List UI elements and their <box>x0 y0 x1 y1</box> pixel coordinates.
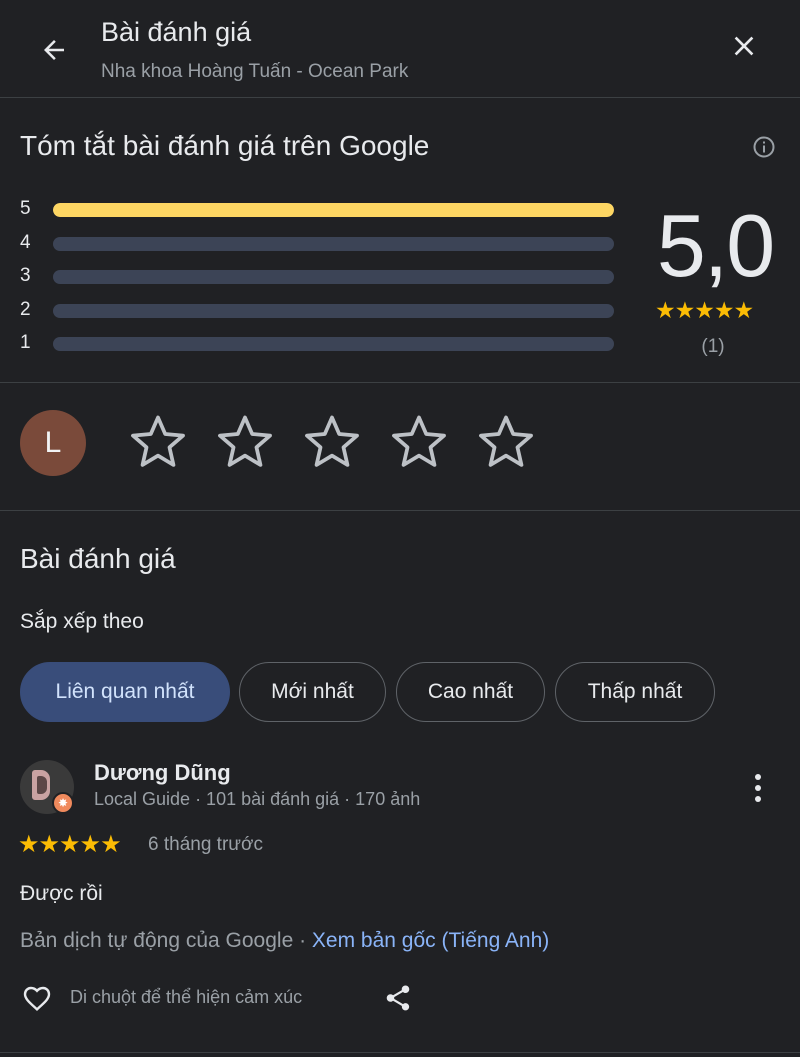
rating-bar-label: 2 <box>20 298 31 320</box>
rating-bar-row: 2 <box>20 298 620 321</box>
rating-bar-track <box>53 337 614 351</box>
divider <box>0 1052 800 1053</box>
review-text: Được rồi <box>20 882 103 905</box>
sort-chip-relevant[interactable]: Liên quan nhất <box>20 662 230 722</box>
average-stars: ★★★★★ <box>655 297 754 323</box>
review-time: 6 tháng trước <box>148 834 263 855</box>
rating-bar-row: 5 <box>20 198 620 220</box>
rating-bar-fill <box>53 203 614 217</box>
rate-star-icon[interactable] <box>474 410 538 474</box>
rate-star-icon[interactable] <box>300 410 364 474</box>
rating-bar-track <box>53 203 614 217</box>
sort-chip-lowest[interactable]: Thấp nhất <box>555 662 715 722</box>
back-button[interactable] <box>36 32 72 68</box>
arrow-back-icon <box>44 40 64 60</box>
reviewer-meta: Local Guide · 101 bài đánh giá · 170 ảnh <box>94 789 421 809</box>
close-icon <box>734 36 754 56</box>
rate-star-icon[interactable] <box>126 410 190 474</box>
reviewer-name[interactable]: Dương Dũng <box>94 760 231 786</box>
divider <box>0 510 800 511</box>
rating-bar-row: 4 <box>20 231 620 254</box>
rating-bar-track <box>53 303 614 318</box>
rating-bar-track <box>53 270 614 284</box>
review-stars: ★★★★★ <box>18 831 122 858</box>
share-icon[interactable] <box>383 982 413 1014</box>
heart-icon[interactable] <box>20 982 54 1014</box>
rating-bar-label: 4 <box>20 231 31 253</box>
reaction-hint: Di chuột để thể hiện cảm xúc <box>70 987 303 1007</box>
user-avatar: L <box>20 410 86 476</box>
translation-note: Bản dịch tự động của Google · Xem bản gố… <box>20 929 549 953</box>
panel-header: Bài đánh giá Nha khoa Hoàng Tuấn - Ocean… <box>0 0 800 98</box>
translation-label: Bản dịch tự động của Google · <box>20 929 312 952</box>
average-rating: 5,0 <box>656 196 775 295</box>
info-icon[interactable] <box>752 135 776 159</box>
more-options-button[interactable] <box>744 770 772 806</box>
rating-bar-label: 1 <box>20 332 31 353</box>
summary-title: Tóm tắt bài đánh giá trên Google <box>20 130 430 161</box>
page-title: Bài đánh giá <box>101 17 252 47</box>
rate-star-icon[interactable] <box>213 410 277 474</box>
close-button[interactable] <box>726 28 762 64</box>
more-vert-icon <box>755 774 761 802</box>
rate-star-icon[interactable] <box>387 410 451 474</box>
sort-chip-highest[interactable]: Cao nhất <box>396 662 545 722</box>
divider <box>0 382 800 383</box>
rating-bar-row: 3 <box>20 265 620 287</box>
place-name: Nha khoa Hoàng Tuấn - Ocean Park <box>101 61 409 82</box>
sort-chip-newest[interactable]: Mới nhất <box>239 662 386 722</box>
review-count: (1) <box>701 336 725 357</box>
local-guide-badge-icon: ✸ <box>52 792 74 814</box>
rating-bar-row: 1 <box>20 332 620 354</box>
rating-bar-label: 3 <box>20 265 31 286</box>
rating-bar-label: 5 <box>20 198 31 219</box>
reviews-title: Bài đánh giá <box>20 543 176 574</box>
rating-bar-track <box>53 236 614 251</box>
sort-label: Sắp xếp theo <box>20 610 144 633</box>
view-original-link[interactable]: Xem bản gốc (Tiếng Anh) <box>312 929 549 952</box>
